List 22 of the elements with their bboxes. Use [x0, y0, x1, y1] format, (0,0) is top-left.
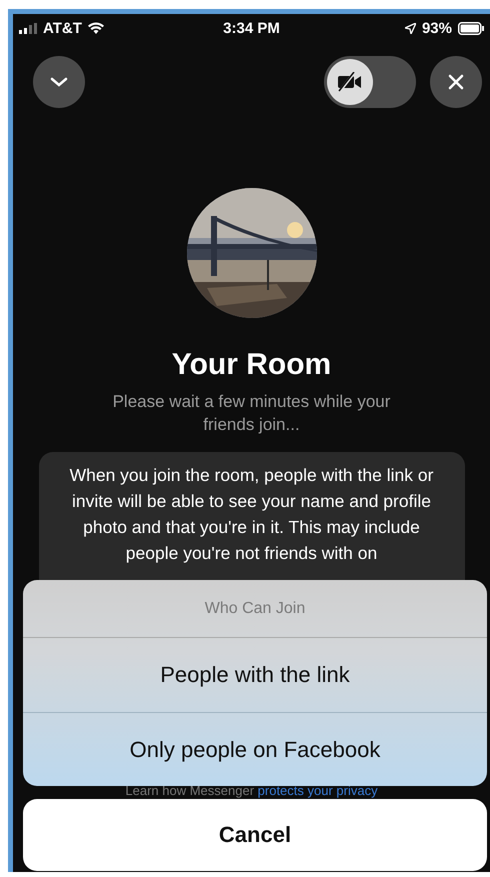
video-toggle[interactable]: [324, 56, 416, 108]
carrier-name: AT&T: [43, 20, 82, 36]
close-icon: [448, 74, 464, 90]
chevron-down-icon: [50, 77, 68, 87]
status-time: 3:34 PM: [223, 20, 280, 36]
battery-level: 93%: [422, 20, 452, 36]
video-camera-off-icon: [337, 72, 363, 92]
cancel-button[interactable]: Cancel: [23, 799, 487, 871]
minimize-button[interactable]: [33, 56, 85, 108]
signal-icon: [19, 22, 37, 34]
battery-icon: [458, 22, 484, 34]
privacy-link[interactable]: protects your privacy: [258, 783, 378, 798]
sheet-title: Who Can Join: [23, 580, 487, 638]
location-arrow-icon: [404, 22, 416, 34]
room-subtitle: Please wait a few minutes while your friends join...: [112, 391, 392, 436]
privacy-note: Learn how Messenger protects your privacy: [124, 783, 379, 798]
notice-text: When you join the room, people with the link or invite will be able to see your name and profile photo and that you're in it. This may include people you're not friends with on: [68, 464, 434, 565]
room-title: Your Room: [172, 348, 332, 382]
sheet-option[interactable]: People with the link: [23, 638, 487, 712]
close-button[interactable]: [430, 56, 482, 108]
wifi-icon: [88, 22, 104, 34]
sheet-option[interactable]: Only people on Facebook: [23, 712, 487, 786]
